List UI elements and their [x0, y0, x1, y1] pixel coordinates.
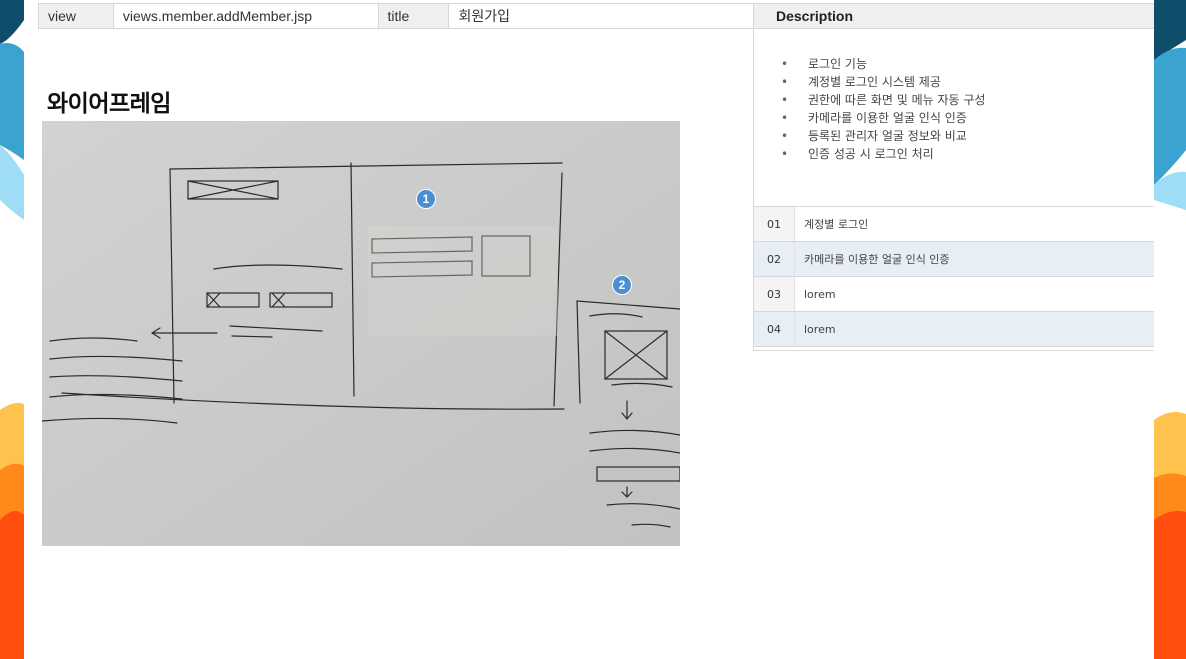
right-decoration [1154, 0, 1186, 659]
title-label: title [378, 4, 450, 28]
table-row: 04 lorem [754, 312, 1154, 347]
bullet-text: 권한에 따른 화면 및 메뉴 자동 구성 [808, 93, 986, 107]
bullet-dot-icon: • [781, 129, 789, 143]
wireframe-sketch-photo: 1 2 [42, 121, 680, 546]
bullet-dot-icon: • [781, 93, 789, 107]
bullet-item: • 로그인 기능 [781, 55, 1154, 73]
item-text: lorem [795, 312, 1154, 346]
wireframe-title: 와이어프레임 [47, 91, 171, 117]
bullet-dot-icon: • [781, 111, 789, 125]
table-row: 03 lorem [754, 277, 1154, 312]
item-text: 계정별 로그인 [804, 218, 869, 231]
bullet-item: • 인증 성공 시 로그인 처리 [781, 145, 1154, 163]
bullet-dot-icon: • [781, 57, 789, 71]
bullet-item: • 등록된 관리자 얼굴 정보와 비교 [781, 127, 1154, 145]
marker-badge-2: 2 [612, 275, 632, 295]
numbered-items-table: 01 계정별 로그인 02 카메라를 이용한 얼굴 인식 인증 03 lorem… [754, 206, 1154, 347]
bullet-item: • 권한에 따른 화면 및 메뉴 자동 구성 [781, 91, 1154, 109]
item-text: lorem [804, 287, 836, 301]
bullet-dot-icon: • [781, 147, 789, 161]
view-label: view [39, 4, 114, 28]
description-header: Description [754, 3, 1154, 29]
item-number: 03 [754, 277, 795, 311]
bullet-item: • 계정별 로그인 시스템 제공 [781, 73, 1154, 91]
meta-table: view views.member.addMember.jsp title 회원… [38, 3, 754, 29]
title-value: 회원가입 [449, 4, 754, 28]
bullet-text: 카메라를 이용한 얼굴 인식 인증 [808, 111, 967, 125]
item-number: 02 [754, 242, 795, 276]
bullet-text: 등록된 관리자 얼굴 정보와 비교 [808, 129, 967, 143]
item-number: 01 [754, 207, 795, 241]
description-bullets: • 로그인 기능 • 계정별 로그인 시스템 제공 • 권한에 따른 화면 및 메뉴 … [754, 29, 1154, 163]
bullet-text: 로그인 기능 [808, 57, 868, 71]
marker-badge-1: 1 [416, 189, 436, 209]
page: view views.member.addMember.jsp title 회원… [24, 0, 1154, 659]
table-row: 02 카메라를 이용한 얼굴 인식 인증 [754, 242, 1154, 277]
item-text: 카메라를 이용한 얼굴 인식 인증 [795, 242, 1154, 276]
bullet-item: • 카메라를 이용한 얼굴 인식 인증 [781, 109, 1154, 127]
description-panel: • 로그인 기능 • 계정별 로그인 시스템 제공 • 권한에 따른 화면 및 메뉴 … [753, 29, 1154, 351]
table-row: 01 계정별 로그인 [754, 207, 1154, 242]
left-decoration [0, 0, 24, 659]
bullet-dot-icon: • [781, 75, 789, 89]
bullet-text: 인증 성공 시 로그인 처리 [808, 147, 934, 161]
item-number: 04 [754, 312, 795, 346]
view-value: views.member.addMember.jsp [114, 4, 379, 28]
bullet-text: 계정별 로그인 시스템 제공 [808, 75, 941, 89]
sketch-drawing [42, 121, 680, 546]
